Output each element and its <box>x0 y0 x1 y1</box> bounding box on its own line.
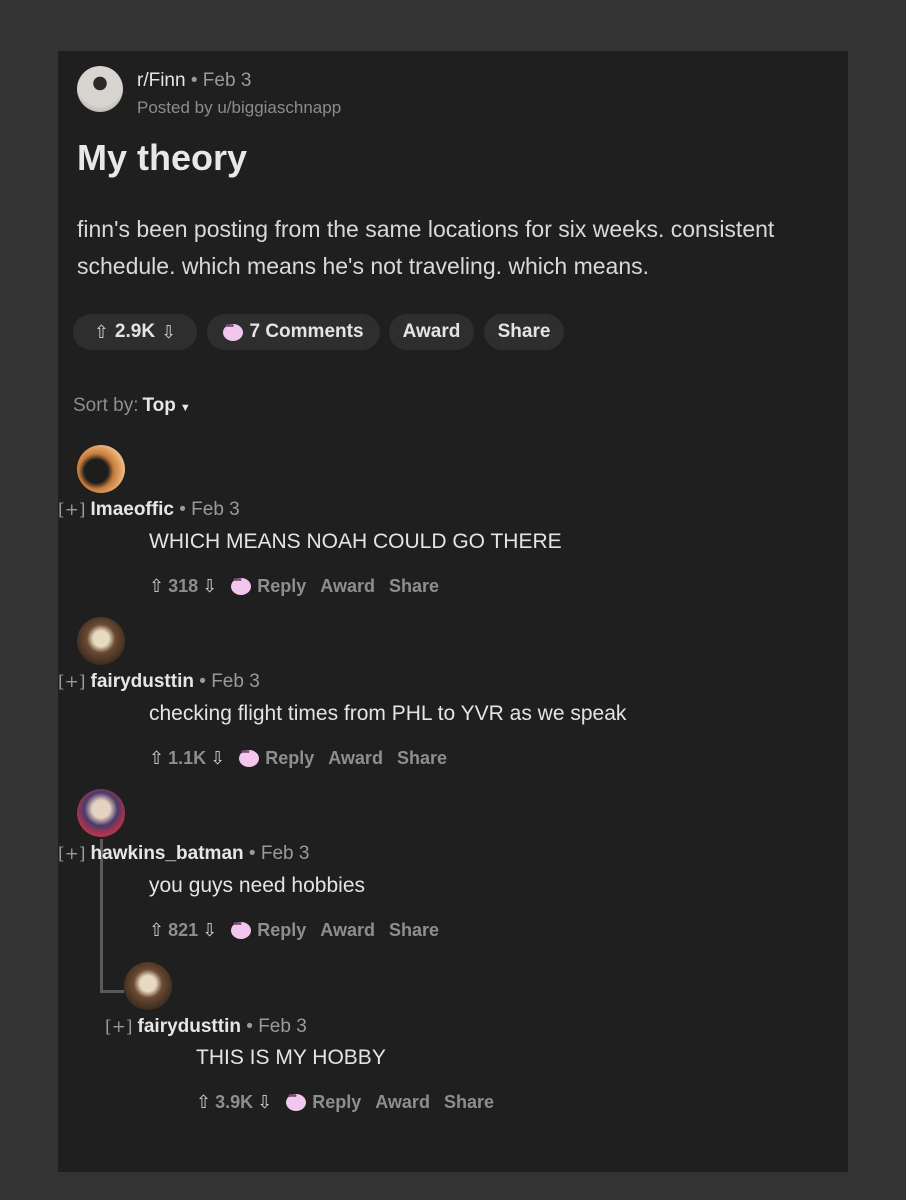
post-card: r/Finn • Feb 3 Posted by u/biggiaschnapp… <box>58 51 848 1172</box>
reply-label: Reply <box>257 920 307 940</box>
post-header: r/Finn • Feb 3 <box>137 70 251 92</box>
share-button[interactable]: Share <box>389 920 439 941</box>
comment-actions: ⇧ 318 ⇩ Reply Award Share <box>149 575 439 597</box>
award-button[interactable]: Award <box>375 1092 430 1113</box>
down-arrow-icon[interactable]: ⇩ <box>202 576 217 597</box>
comment-vote-count: 3.9K <box>215 1092 254 1112</box>
share-button[interactable]: Share <box>484 314 564 350</box>
comment-actions: ⇧ 3.9K ⇩ Reply Award Share <box>196 1091 494 1113</box>
comment-username[interactable]: hawkins_batman <box>91 843 244 864</box>
down-arrow-icon[interactable]: ⇩ <box>202 920 217 941</box>
expand-toggle[interactable]: [+] <box>105 1017 133 1037</box>
reply-button[interactable]: Reply <box>231 919 307 941</box>
comment-date: Feb 3 <box>191 499 240 520</box>
comment-meta: [+] fairydusttin • Feb 3 <box>58 671 260 693</box>
reply-label: Reply <box>257 576 307 596</box>
commenter-avatar[interactable] <box>124 962 172 1010</box>
reply-button[interactable]: Reply <box>239 747 315 769</box>
sort-value[interactable]: Top <box>142 395 175 416</box>
commenter-avatar[interactable] <box>77 789 125 837</box>
comment-meta: [+] hawkins_batman • Feb 3 <box>58 843 309 865</box>
caret-down-icon: ▼ <box>179 402 191 414</box>
speech-bubble-icon <box>286 1091 307 1111</box>
reply-button[interactable]: Reply <box>231 575 307 597</box>
sort-control[interactable]: Sort by: Top ▼ <box>73 395 191 417</box>
comment-username[interactable]: fairydusttin <box>91 671 194 692</box>
separator-dot: • <box>190 70 203 91</box>
down-arrow-icon[interactable]: ⇩ <box>257 1092 272 1113</box>
commenter-avatar[interactable] <box>77 617 125 665</box>
comment-vote: ⇧ 3.9K ⇩ <box>196 1092 272 1113</box>
post-title: My theory <box>77 137 248 178</box>
comment-vote-count: 821 <box>168 920 199 940</box>
speech-bubble-icon <box>223 321 244 341</box>
subreddit-avatar[interactable] <box>77 66 123 112</box>
comment-vote-count: 1.1K <box>168 748 207 768</box>
comment-date: Feb 3 <box>260 843 310 864</box>
up-arrow-icon[interactable]: ⇧ <box>196 1092 211 1113</box>
separator-dot: • <box>173 499 192 520</box>
up-arrow-icon[interactable]: ⇧ <box>149 748 164 769</box>
award-button[interactable]: Award <box>320 576 375 597</box>
reply-button[interactable]: Reply <box>286 1091 362 1113</box>
comment-text: you guys need hobbies <box>149 874 365 897</box>
comment-text: WHICH MEANS NOAH COULD GO THERE <box>149 530 562 553</box>
speech-bubble-icon <box>231 575 252 595</box>
comment-date: Feb 3 <box>258 1016 307 1037</box>
reply-label: Reply <box>265 748 315 768</box>
posted-by[interactable]: Posted by u/biggiaschnapp <box>137 98 341 118</box>
up-arrow-icon[interactable]: ⇧ <box>149 920 164 941</box>
share-button[interactable]: Share <box>389 576 439 597</box>
award-button[interactable]: Award <box>320 920 375 941</box>
down-arrow-icon[interactable]: ⇩ <box>210 748 225 769</box>
separator-dot: • <box>193 671 212 692</box>
comments-button[interactable]: 7 Comments <box>207 314 380 350</box>
award-button[interactable]: Award <box>389 314 474 350</box>
share-button[interactable]: Share <box>397 748 447 769</box>
post-body: finn's been posting from the same locati… <box>77 216 775 279</box>
up-arrow-icon[interactable]: ⇧ <box>94 322 109 343</box>
expand-toggle[interactable]: [+] <box>58 844 86 864</box>
comments-label: 7 Comments <box>249 321 364 342</box>
sort-label: Sort by: <box>73 395 139 416</box>
comment-text: THIS IS MY HOBBY <box>196 1046 386 1069</box>
commenter-avatar[interactable] <box>77 445 125 493</box>
expand-toggle[interactable]: [+] <box>58 500 86 520</box>
separator-dot: • <box>243 843 261 864</box>
comment-vote-count: 318 <box>168 576 199 596</box>
share-button[interactable]: Share <box>444 1092 494 1113</box>
down-arrow-icon[interactable]: ⇩ <box>161 322 176 343</box>
comment-date: Feb 3 <box>211 671 260 692</box>
reply-label: Reply <box>312 1092 362 1112</box>
comment-actions: ⇧ 821 ⇩ Reply Award Share <box>149 919 439 941</box>
vote-count: 2.9K <box>114 321 156 342</box>
comment-actions: ⇧ 1.1K ⇩ Reply Award Share <box>149 747 447 769</box>
post-date: Feb 3 <box>202 70 252 91</box>
separator-dot: • <box>240 1016 259 1037</box>
vote-pill: ⇧ 2.9K ⇩ <box>73 314 197 350</box>
award-button[interactable]: Award <box>328 748 383 769</box>
comment-text: checking flight times from PHL to YVR as… <box>149 702 627 725</box>
comment-username[interactable]: Imaeoffic <box>91 499 174 520</box>
subreddit-link[interactable]: r/Finn <box>137 70 186 91</box>
speech-bubble-icon <box>231 919 252 939</box>
expand-toggle[interactable]: [+] <box>58 672 86 692</box>
comment-vote: ⇧ 318 ⇩ <box>149 576 217 597</box>
comment-vote: ⇧ 1.1K ⇩ <box>149 748 225 769</box>
comment-meta: [+] Imaeoffic • Feb 3 <box>58 499 240 521</box>
speech-bubble-icon <box>239 747 260 767</box>
comment-username[interactable]: fairydusttin <box>138 1016 241 1037</box>
comment-vote: ⇧ 821 ⇩ <box>149 920 217 941</box>
thread-connector <box>100 990 124 993</box>
comment-meta: [+] fairydusttin • Feb 3 <box>105 1016 307 1038</box>
up-arrow-icon[interactable]: ⇧ <box>149 576 164 597</box>
